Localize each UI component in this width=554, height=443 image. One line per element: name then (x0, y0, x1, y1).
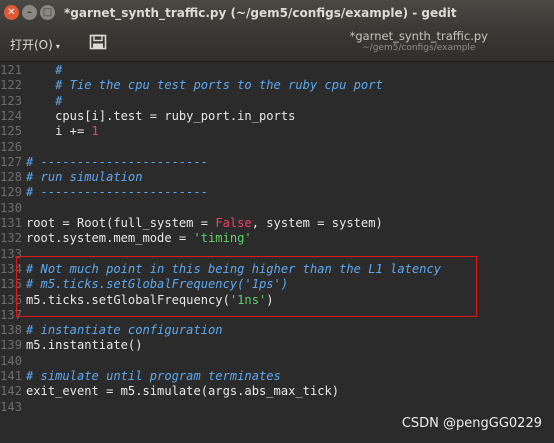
code-line[interactable]: 123 # (0, 94, 554, 109)
line-number: 139 (0, 338, 22, 353)
code-line[interactable]: 138 # instantiate configuration (0, 323, 554, 338)
code-token: # (26, 63, 63, 77)
code-editor[interactable]: 121 #122 # Tie the cpu test ports to the… (0, 62, 554, 443)
chevron-down-icon: ▾ (55, 42, 60, 51)
highlight-annotation-box (16, 256, 477, 317)
code-line[interactable]: 127 # ----------------------- (0, 155, 554, 170)
code-token: cpus[i].test = ruby_port.in_ports (26, 108, 296, 123)
code-token: root.system.mem_mode = (26, 231, 194, 246)
code-token: exit_event = m5.simulate(args.abs_max_ti… (26, 384, 340, 399)
line-code: # (26, 63, 62, 78)
code-line[interactable]: 131 root = Root(full_system = False, syst… (0, 216, 554, 231)
save-icon[interactable] (89, 34, 107, 50)
line-number: 121 (0, 63, 22, 77)
code-token: , system = system) (251, 216, 383, 230)
window-title: *garnet_synth_traffic.py (~/gem5/configs… (64, 6, 457, 20)
line-code: # run simulation (26, 170, 143, 185)
code-line[interactable]: 140 (0, 354, 554, 369)
line-number: 138 (0, 323, 22, 338)
line-number: 123 (0, 93, 22, 108)
code-line[interactable]: 122 # Tie the cpu test ports to the ruby… (0, 78, 554, 93)
open-menu-button[interactable]: 打开(O) ▾ (10, 36, 60, 53)
watermark: CSDN @pengGG0229 (401, 416, 542, 431)
line-number: 128 (0, 170, 22, 185)
line-number: 126 (0, 139, 22, 154)
line-number: 129 (0, 185, 22, 200)
maximize-window-button[interactable]: □ (40, 5, 55, 20)
line-code: # simulate until program terminates (26, 369, 281, 384)
code-line[interactable]: 139 m5.instantiate() (0, 338, 554, 353)
code-token: # ----------------------- (26, 185, 209, 200)
line-code: # (26, 94, 62, 109)
line-code: root = Root(full_system = False, system … (26, 216, 383, 231)
code-token: i += (26, 124, 92, 139)
code-line[interactable]: 132 root.system.mem_mode = 'timing' (0, 231, 554, 246)
code-line[interactable]: 129 # ----------------------- (0, 185, 554, 200)
line-code: # Tie the cpu test ports to the ruby cpu… (26, 78, 383, 93)
code-line[interactable]: 143 (0, 400, 554, 415)
code-line[interactable]: 121 # (0, 63, 554, 78)
code-token: # Tie the cpu test ports to the ruby cpu… (26, 78, 383, 93)
document-path: ~/gem5/configs/example (362, 43, 476, 53)
code-line[interactable]: 142 exit_event = m5.simulate(args.abs_max… (0, 384, 554, 399)
line-code: # ----------------------- (26, 185, 208, 200)
line-number: 141 (0, 369, 22, 383)
code-line[interactable]: 124 cpus[i].test = ruby_port.in_ports (0, 109, 554, 124)
line-number: 127 (0, 154, 22, 169)
line-code: # instantiate configuration (26, 323, 223, 338)
line-code: i += 1 (26, 124, 99, 139)
line-code: exit_event = m5.simulate(args.abs_max_ti… (26, 384, 339, 399)
code-token: root = Root(full_system = (26, 216, 216, 230)
line-number: 132 (0, 231, 22, 246)
line-code: # ----------------------- (26, 155, 208, 170)
minimize-window-button[interactable]: – (22, 5, 37, 20)
document-title: *garnet_synth_traffic.py ~/gem5/configs/… (350, 29, 488, 53)
code-token: # ----------------------- (26, 154, 209, 169)
line-code: m5.instantiate() (26, 338, 143, 353)
close-window-button[interactable]: ✕ (4, 5, 19, 20)
code-token: # (26, 93, 63, 108)
code-token: False (215, 216, 252, 230)
window-titlebar: ✕ – □ *garnet_synth_traffic.py (~/gem5/c… (0, 0, 554, 26)
line-number: 122 (0, 78, 22, 93)
line-number: 124 (0, 108, 22, 123)
line-number: 130 (0, 200, 22, 215)
line-code: root.system.mem_mode = 'timing' (26, 231, 252, 246)
open-label: 打开(O) (10, 38, 53, 52)
code-line[interactable]: 141 # simulate until program terminates (0, 369, 554, 384)
line-number: 142 (0, 384, 22, 399)
code-line[interactable]: 130 (0, 201, 554, 216)
code-line[interactable]: 128 # run simulation (0, 170, 554, 185)
code-token: m5.instantiate() (26, 338, 143, 353)
line-number: 131 (0, 216, 22, 230)
code-token: # run simulation (26, 170, 143, 185)
code-token: 'timing' (193, 231, 252, 246)
code-line[interactable]: 126 (0, 140, 554, 155)
toolbar: 打开(O) ▾ *garnet_synth_traffic.py ~/gem5/c… (0, 26, 554, 62)
document-name: *garnet_synth_traffic.py (349, 29, 488, 43)
line-number: 140 (0, 353, 22, 368)
line-code: cpus[i].test = ruby_port.in_ports (26, 109, 295, 124)
code-token: 1 (91, 124, 99, 139)
code-line[interactable]: 125 i += 1 (0, 124, 554, 139)
line-number: 125 (0, 124, 22, 139)
code-token: # simulate until program terminates (26, 369, 281, 383)
line-number: 143 (0, 399, 22, 414)
code-token: # instantiate configuration (26, 323, 223, 338)
